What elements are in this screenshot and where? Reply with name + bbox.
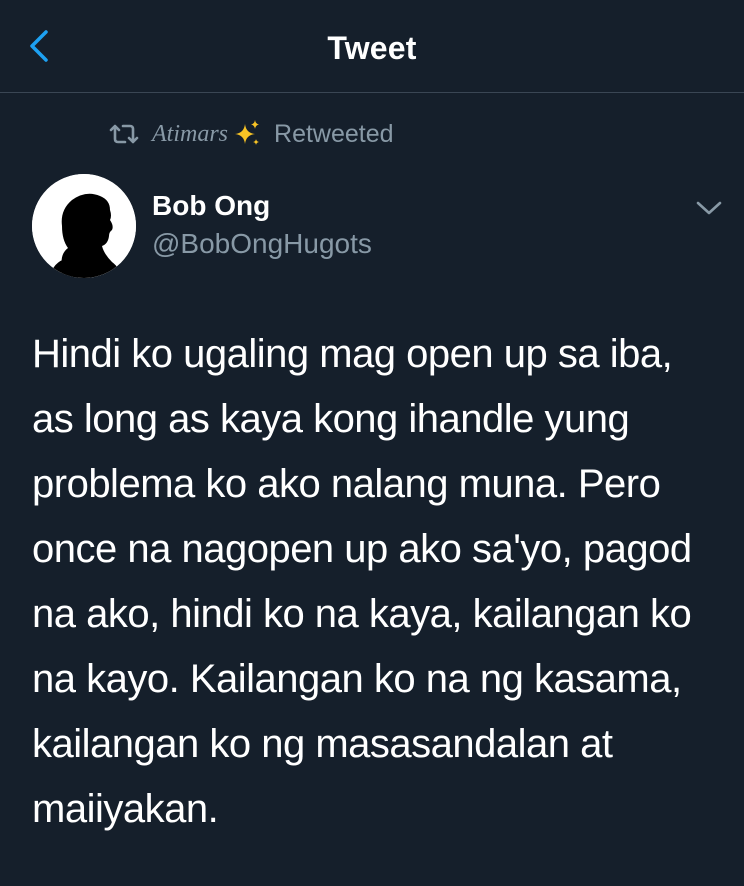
- retweeted-label: Retweeted: [274, 119, 394, 148]
- author-handle[interactable]: @BobOngHugots: [152, 228, 372, 260]
- top-nav-bar: Tweet: [0, 0, 744, 93]
- retweet-context: Atimars Retweeted: [108, 118, 394, 150]
- retweeter-name[interactable]: Atimars: [152, 121, 228, 148]
- avatar[interactable]: [32, 174, 136, 278]
- tweet-menu-button[interactable]: [692, 196, 726, 220]
- author-name[interactable]: Bob Ong: [152, 190, 270, 222]
- retweet-icon: [109, 124, 139, 144]
- chevron-down-icon: [696, 201, 722, 215]
- sparkles-icon: [235, 120, 260, 145]
- silhouette-avatar: [32, 174, 136, 278]
- tweet-text: Hindi ko ugaling mag open up sa iba, as …: [32, 332, 692, 831]
- page-title: Tweet: [327, 30, 417, 66]
